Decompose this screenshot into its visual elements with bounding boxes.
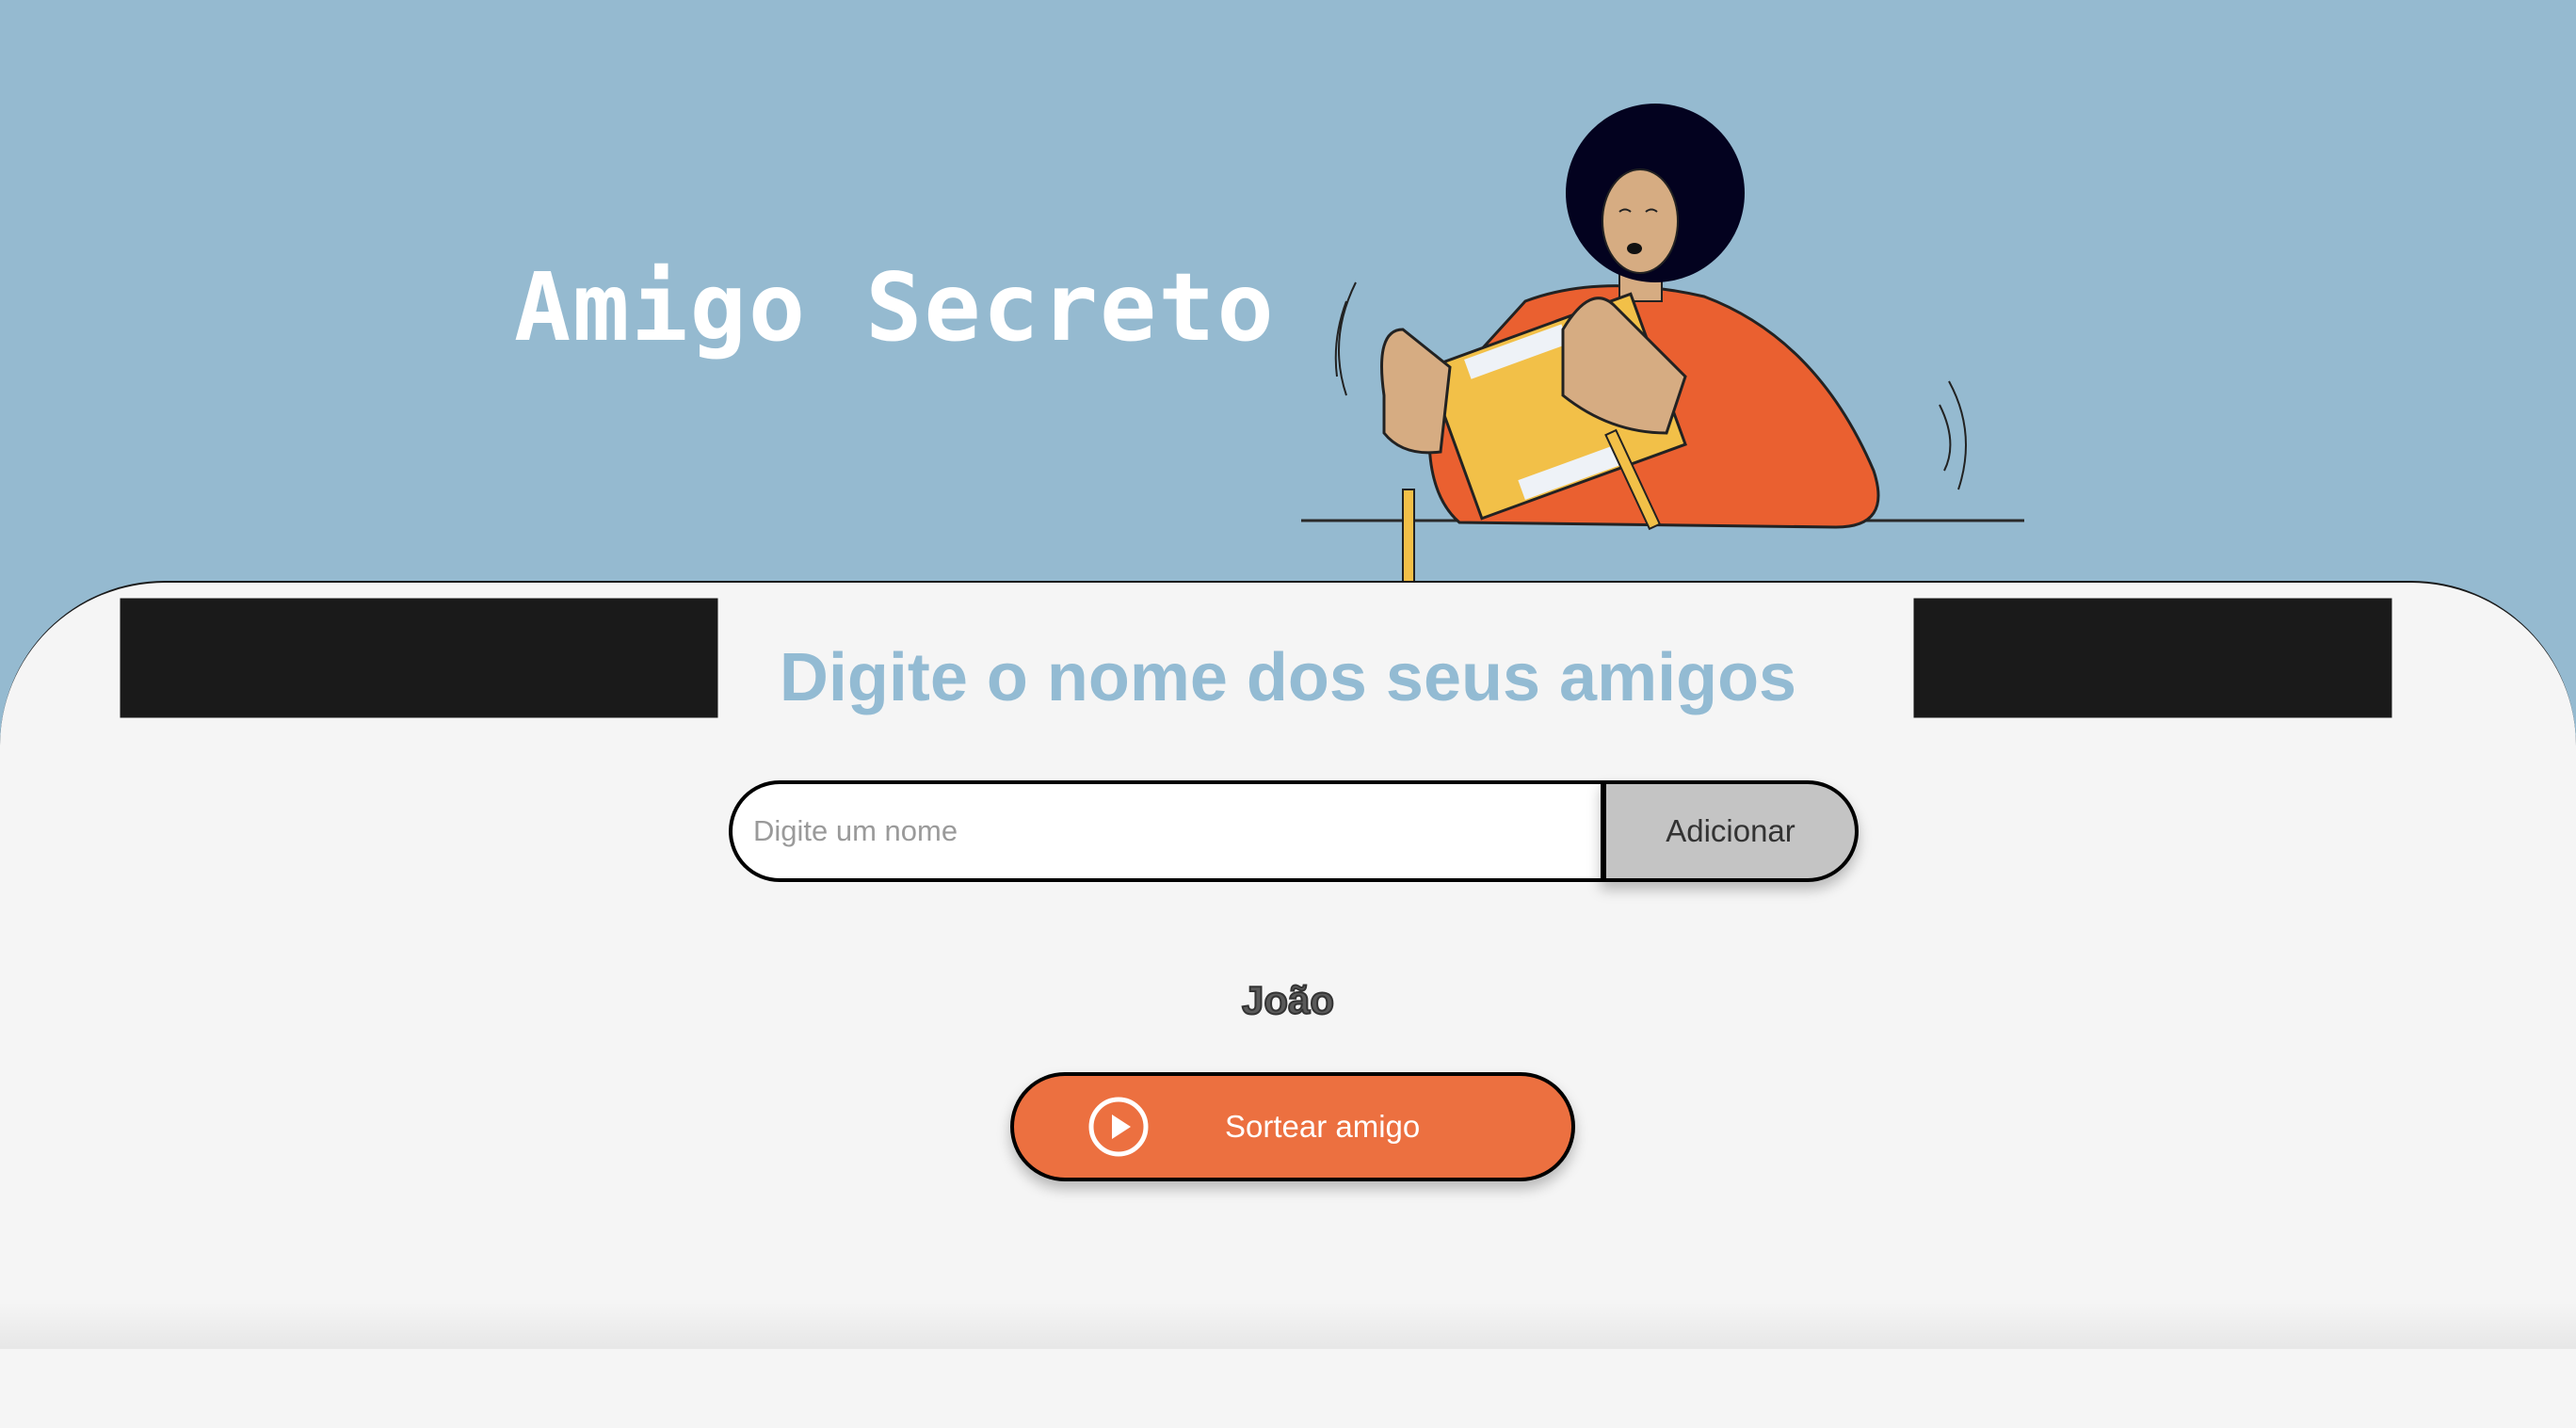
friends-list: João bbox=[0, 977, 2576, 1023]
add-friend-form: Adicionar bbox=[729, 780, 1859, 882]
section-heading: Digite o nome dos seus amigos bbox=[779, 640, 1797, 715]
gift-illustration bbox=[1301, 104, 2024, 602]
list-item: João bbox=[1241, 977, 1335, 1023]
play-circle-icon bbox=[1088, 1097, 1149, 1157]
header: Amigo Secreto bbox=[0, 0, 2576, 602]
draw-friend-button[interactable]: Sortear amigo bbox=[1010, 1072, 1575, 1181]
add-button[interactable]: Adicionar bbox=[1601, 780, 1859, 882]
bottom-shadow bbox=[0, 1302, 2576, 1349]
draw-friend-label: Sortear amigo bbox=[1225, 1109, 1421, 1144]
main-section: Digite o nome dos seus amigos Adicionar … bbox=[0, 581, 2576, 1428]
page-title: Amigo Secreto bbox=[514, 252, 1276, 362]
friend-name-input[interactable] bbox=[729, 780, 1601, 882]
